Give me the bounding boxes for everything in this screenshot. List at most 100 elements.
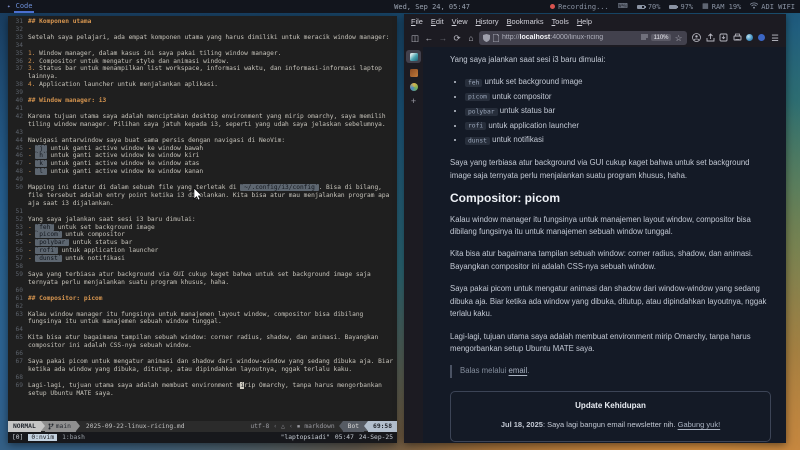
editor-line: 59Saya yang terbiasa atur background via… [10, 271, 394, 287]
line-number: 53 [10, 224, 23, 232]
line-number: 43 [10, 129, 23, 137]
tmux-window-nvim[interactable]: 0:nvim [28, 434, 57, 441]
line-number: 44 [10, 137, 23, 145]
line-number: 61 [10, 295, 23, 303]
line-number: 66 [10, 350, 23, 358]
shield-icon[interactable] [483, 34, 490, 42]
line-text: 3. Status bar untuk menampilkan list wor… [28, 65, 394, 81]
line-text: 2. Compositor untuk mengatur style dan a… [28, 58, 394, 66]
os-icon: △ [281, 421, 285, 432]
editor-buffer[interactable]: 31## Komponen utama3233Setelah saya pela… [8, 16, 397, 421]
inline-code: `~/.config/i3/config` [240, 184, 318, 191]
line-text: 4. Application launcher untuk menjalanka… [28, 81, 394, 89]
line-text [28, 326, 394, 334]
battery-icon [669, 5, 677, 9]
editor-line: 56- `rofi` untuk application launcher [10, 247, 394, 255]
line-text [28, 129, 394, 137]
url-text[interactable]: http://localhost:4000/linux-ricing [502, 34, 638, 41]
battery-icon [637, 5, 645, 9]
editor-line: 52Yang saya jalankan saat sesi i3 baru d… [10, 216, 394, 224]
navigation-toolbar: ◫ ← → ⟳ ⌂ http://localhost:4000/linux-ri… [404, 28, 786, 47]
inline-code: `rofi` [35, 247, 57, 254]
module-memory: ▦RAM 19% [702, 3, 741, 11]
reload-icon[interactable]: ⟳ [451, 33, 463, 43]
editor-line: 69Lagi-lagi, tujuan utama saya adalah me… [10, 382, 394, 398]
account-icon[interactable] [692, 33, 701, 42]
markdown-heading: ## Komponen utama [28, 18, 91, 25]
extension-globe-icon[interactable] [746, 34, 753, 41]
line-text: 1. Window manager, dalam kasus ini saya … [28, 50, 394, 58]
inline-code: `j` [35, 145, 46, 152]
menu-file[interactable]: File [407, 16, 427, 27]
tab-3[interactable] [410, 83, 418, 91]
print-icon[interactable] [733, 33, 742, 42]
share-icon[interactable] [706, 33, 715, 42]
module-battery: 97% [669, 3, 693, 11]
menu-icon[interactable]: ☰ [769, 33, 781, 43]
back-icon[interactable]: ← [423, 33, 435, 43]
body-paragraph: Kalau window manager itu fungsinya untuk… [450, 214, 771, 239]
email-link[interactable]: email [509, 366, 528, 375]
page-content[interactable]: Yang saya jalankan saat sesi i3 baru dim… [423, 47, 786, 443]
line-number: 35 [10, 50, 23, 58]
menu-tools[interactable]: Tools [548, 16, 573, 27]
text: untuk ganti active window ke window atas [47, 160, 200, 167]
line-text [28, 350, 394, 358]
inline-code: `polybar` [35, 239, 69, 246]
menu-edit[interactable]: Edit [427, 16, 448, 27]
page-info-icon[interactable] [493, 34, 499, 42]
zoom-indicator[interactable]: 110% [651, 34, 671, 41]
menu-view[interactable]: View [448, 16, 472, 27]
body-paragraph: Saya pakai picom untuk mengatur animasi … [450, 283, 771, 320]
tab-active[interactable] [406, 50, 421, 63]
terminal-window[interactable]: 31## Komponen utama3233Setelah saya pela… [8, 16, 397, 443]
file-name: 2025-09-22-linux-ricing.md [80, 421, 250, 432]
line-text: Kita bisa atur bagaimana tampilan sebuah… [28, 334, 394, 350]
line-text [28, 303, 394, 311]
join-link[interactable]: Gabung yuk! [678, 420, 721, 429]
scroll-indicator: Bot [343, 421, 364, 432]
line-number: 33 [10, 34, 23, 42]
line-text [28, 105, 394, 113]
line-number: 67 [10, 358, 23, 374]
extension-blue-icon[interactable] [758, 34, 765, 41]
firefox-window[interactable]: FileEditViewHistoryBookmarksToolsHelp ◫ … [404, 14, 786, 443]
text: Compositor untuk mengatur style dan anim… [35, 58, 229, 65]
home-icon[interactable]: ⌂ [465, 33, 477, 43]
memory-icon: ▦ [702, 3, 709, 10]
tmux-window-bash[interactable]: 1:bash [62, 434, 85, 441]
editor-line: 35 1. Window manager, dalam kasus ini say… [10, 50, 394, 58]
tab-2[interactable] [410, 69, 418, 77]
menu-help[interactable]: Help [573, 16, 596, 27]
url-bar[interactable]: http://localhost:4000/linux-ricing 110% … [479, 31, 687, 45]
line-text: ## Komponen utama [28, 18, 394, 26]
text: untuk set background image [54, 224, 155, 231]
line-number: 38 [10, 81, 23, 89]
text: Kita bisa atur bagaimana tampilan sebuah… [28, 334, 382, 349]
line-number: 32 [10, 26, 23, 34]
card-body: : Saya lagi bangun email newsletter nih. [543, 420, 678, 429]
downloads-icon[interactable] [719, 33, 728, 42]
module-keyboard: ⌨ [618, 3, 628, 10]
keyboard-icon: ⌨ [618, 3, 628, 10]
url-host: localhost [520, 34, 551, 41]
forward-icon[interactable]: → [437, 33, 449, 43]
editor-line: 31## Komponen utama [10, 18, 394, 26]
line-number: 57 [10, 255, 23, 263]
line-text: ## Window manager: i3 [28, 97, 394, 105]
line-number: 49 [10, 176, 23, 184]
line-number: 63 [10, 311, 23, 327]
inline-code: `feh` [35, 224, 54, 231]
sidebar-toggle-icon[interactable]: ◫ [409, 33, 421, 43]
bookmark-star-icon[interactable]: ☆ [674, 33, 683, 43]
markdown-heading: ## Compositor: picom [28, 295, 103, 302]
clock: Wed, Sep 24, 05:47 [0, 3, 470, 11]
line-number: 59 [10, 271, 23, 287]
text: Lagi-lagi, tujuan utama saya adalah memb… [28, 382, 240, 389]
inline-code: picom [465, 93, 490, 101]
reader-mode-icon[interactable] [641, 34, 648, 41]
menu-history[interactable]: History [472, 16, 503, 27]
menu-bookmarks[interactable]: Bookmarks [503, 16, 548, 27]
new-tab-button[interactable]: + [411, 97, 416, 106]
toolbar-right: ☰ [689, 33, 781, 43]
